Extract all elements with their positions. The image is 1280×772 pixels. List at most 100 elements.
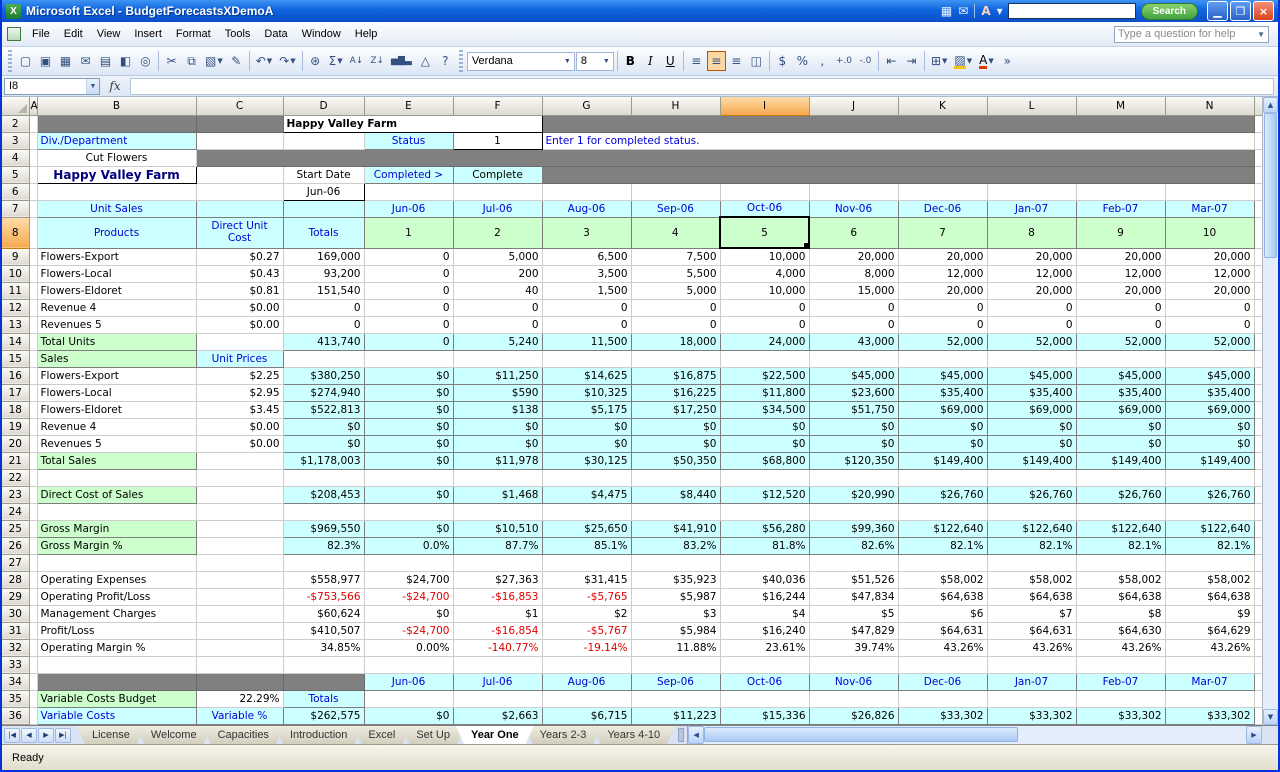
cell-J11[interactable]: 15,000: [809, 282, 898, 299]
cell-E31[interactable]: -$24,700: [364, 622, 453, 639]
cell-H33[interactable]: [631, 656, 720, 673]
cell-C34[interactable]: [196, 673, 283, 690]
currency-button[interactable]: $: [773, 51, 792, 71]
sheet-tab-welcome[interactable]: Welcome: [136, 726, 212, 744]
cell-D10[interactable]: 93,200: [283, 265, 364, 282]
cell-A4[interactable]: [29, 149, 37, 166]
row-header-8[interactable]: 8: [2, 217, 29, 248]
insert-function-button[interactable]: fx: [102, 79, 128, 93]
formula-input[interactable]: [130, 78, 1274, 95]
cell-J12[interactable]: 0: [809, 299, 898, 316]
cell-N6[interactable]: [1165, 183, 1254, 200]
cell-G11[interactable]: 1,500: [542, 282, 631, 299]
cell-C25[interactable]: [196, 520, 283, 537]
cell-L29[interactable]: $64,638: [987, 588, 1076, 605]
cell-M18[interactable]: $69,000: [1076, 401, 1165, 418]
cell-M22[interactable]: [1076, 469, 1165, 486]
cell-D32[interactable]: 34.85%: [283, 639, 364, 656]
cell-J31[interactable]: $47,829: [809, 622, 898, 639]
cell-H25[interactable]: $41,910: [631, 520, 720, 537]
cell-L14[interactable]: 52,000: [987, 333, 1076, 350]
row-header-29[interactable]: 29: [2, 588, 29, 605]
menu-help[interactable]: Help: [348, 24, 385, 44]
cell-I15[interactable]: [720, 350, 809, 367]
cell-K9[interactable]: 20,000: [898, 248, 987, 265]
menu-insert[interactable]: Insert: [127, 24, 169, 44]
cell-A33[interactable]: [29, 656, 37, 673]
chevron-down-icon[interactable]: ▼: [267, 57, 272, 65]
cell-A16[interactable]: [29, 367, 37, 384]
cell-B11[interactable]: Flowers-Eldoret: [37, 282, 196, 299]
close-button[interactable]: ×: [1253, 1, 1274, 21]
cell-L26[interactable]: 82.1%: [987, 537, 1076, 554]
cell-E6[interactable]: [364, 183, 453, 200]
cell-N14[interactable]: 52,000: [1165, 333, 1254, 350]
cell-C33[interactable]: [196, 656, 283, 673]
cell-G29[interactable]: -$5,765: [542, 588, 631, 605]
next-sheet-button[interactable]: ▶: [38, 728, 54, 743]
cell-J36[interactable]: $26,826: [809, 707, 898, 724]
row-header-22[interactable]: 22: [2, 469, 29, 486]
cell-B17[interactable]: Flowers-Local: [37, 384, 196, 401]
cell-I25[interactable]: $56,280: [720, 520, 809, 537]
cell-I34[interactable]: Oct-06: [720, 673, 809, 690]
cell-M34[interactable]: Feb-07: [1076, 673, 1165, 690]
cell-H16[interactable]: $16,875: [631, 367, 720, 384]
cell-L7[interactable]: Jan-07: [987, 200, 1076, 217]
cell-B20[interactable]: Revenues 5: [37, 435, 196, 452]
name-box-dropdown[interactable]: ▼: [86, 79, 99, 94]
cell-F26[interactable]: 87.7%: [453, 537, 542, 554]
cell-E30[interactable]: $0: [364, 605, 453, 622]
cell-G9[interactable]: 6,500: [542, 248, 631, 265]
column-header-C[interactable]: C: [196, 97, 283, 115]
cell-H23[interactable]: $8,440: [631, 486, 720, 503]
cell-F18[interactable]: $138: [453, 401, 542, 418]
row-header-13[interactable]: 13: [2, 316, 29, 333]
cell-G16[interactable]: $14,625: [542, 367, 631, 384]
chevron-down-icon[interactable]: ▼: [967, 57, 972, 65]
row-header-26[interactable]: 26: [2, 537, 29, 554]
drawing-button[interactable]: △: [416, 51, 435, 71]
cell-A10[interactable]: [29, 265, 37, 282]
cell-A21[interactable]: [29, 452, 37, 469]
cell-I23[interactable]: $12,520: [720, 486, 809, 503]
cell-I9[interactable]: 10,000: [720, 248, 809, 265]
cell-B35[interactable]: Variable Costs Budget: [37, 690, 196, 707]
cell-N17[interactable]: $35,400: [1165, 384, 1254, 401]
cell-M29[interactable]: $64,638: [1076, 588, 1165, 605]
sheet-tab-year-one[interactable]: Year One: [456, 726, 534, 744]
cell-F34[interactable]: Jul-06: [453, 673, 542, 690]
cell-L12[interactable]: 0: [987, 299, 1076, 316]
cell-G21[interactable]: $30,125: [542, 452, 631, 469]
cell-I7[interactable]: Oct-06: [720, 200, 809, 217]
cell-E17[interactable]: $0: [364, 384, 453, 401]
cell-H29[interactable]: $5,987: [631, 588, 720, 605]
cell-B34[interactable]: [37, 673, 196, 690]
cell-E23[interactable]: $0: [364, 486, 453, 503]
cell-A23[interactable]: [29, 486, 37, 503]
chart-wizard-button[interactable]: ▅▇▃: [388, 51, 415, 71]
cell-G17[interactable]: $10,325: [542, 384, 631, 401]
cell-I17[interactable]: $11,800: [720, 384, 809, 401]
scroll-up-button[interactable]: ▲: [1263, 97, 1278, 113]
cell-A30[interactable]: [29, 605, 37, 622]
percent-button[interactable]: %: [793, 51, 812, 71]
cell-N16[interactable]: $45,000: [1165, 367, 1254, 384]
cell-H14[interactable]: 18,000: [631, 333, 720, 350]
row-header-34[interactable]: 34: [2, 673, 29, 690]
cell-H20[interactable]: $0: [631, 435, 720, 452]
cell-N30[interactable]: $9: [1165, 605, 1254, 622]
cell-A7[interactable]: [29, 200, 37, 217]
cell-B25[interactable]: Gross Margin: [37, 520, 196, 537]
cell-G20[interactable]: $0: [542, 435, 631, 452]
cell-D23[interactable]: $208,453: [283, 486, 364, 503]
cell-D35[interactable]: Totals: [283, 690, 364, 707]
cell-G27[interactable]: [542, 554, 631, 571]
cell-A17[interactable]: [29, 384, 37, 401]
row-header-15[interactable]: 15: [2, 350, 29, 367]
horizontal-scroll-track[interactable]: [704, 726, 1246, 744]
chevron-down-icon[interactable]: ▼: [564, 58, 571, 65]
cell-K12[interactable]: 0: [898, 299, 987, 316]
cell-I30[interactable]: $4: [720, 605, 809, 622]
cell-J35[interactable]: [809, 690, 898, 707]
